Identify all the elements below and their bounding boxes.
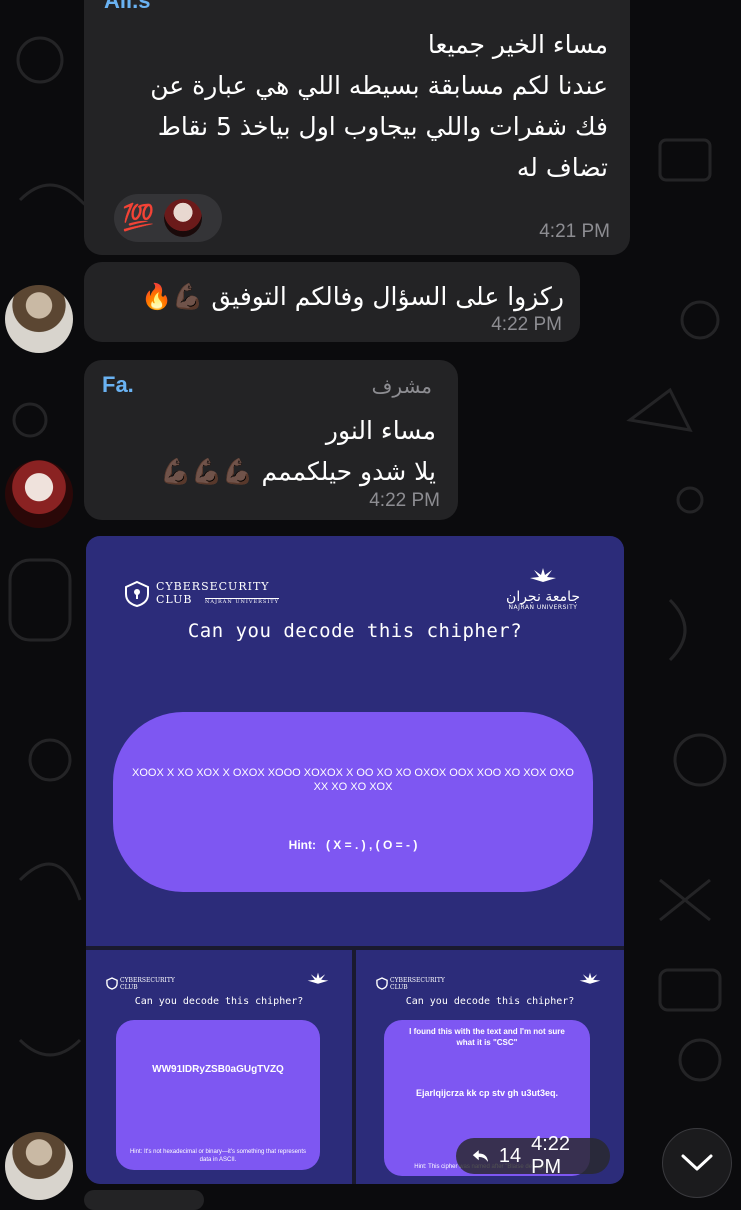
message-line: مساء النور (325, 416, 436, 445)
shield-keyhole-icon (125, 580, 149, 608)
message-line: فك شفرات واللي بيجاوب اول بياخذ 5 نقاط (157, 112, 608, 141)
reaction-chip[interactable]: 💯 (114, 194, 222, 242)
message-bubble[interactable]: Fa. مشرف مساء النور يلا شدو حيلكممم 💪🏿💪🏿… (84, 360, 458, 520)
avatar[interactable] (5, 285, 73, 353)
university-crest-icon (530, 568, 557, 582)
challenge-title: Can you decode this chipher? (134, 996, 304, 1007)
message-emoji: 💪🏿🔥 (141, 282, 204, 311)
cipher-card: XOOX X XO XOX X OXOX XOOO XOXOX X OO XO … (113, 712, 593, 892)
message-line: عندنا لكم مسابقة بسيطه اللي هي عبارة عن (150, 71, 608, 100)
club-logo-text: CYBERSECURITY CLUB NAJRAN UNIVERSITY (156, 580, 279, 609)
club-logo-text: CYBERSECURITY CLUB (390, 977, 445, 991)
note-text: I found this with the text and I'm not s… (409, 1027, 565, 1047)
university-crest-icon (307, 972, 329, 984)
cipher-text: Ejarlqijcrza kk cp stv gh u3ut3eq. (415, 1088, 559, 1098)
club-name-line1: CYBERSECURITY (120, 977, 175, 984)
message-time: 4:21 PM (539, 221, 610, 242)
message-time: 4:22 PM (491, 314, 562, 335)
message-line: تضاف له (516, 153, 608, 182)
hint-text: Hint: ( X = . ) , ( O = - ) (288, 838, 418, 852)
message-bubble[interactable]: Ali.s مساء الخير جميعا عندنا لكم مسابقة … (84, 0, 630, 255)
club-name-line2: CLUB (390, 984, 408, 991)
message-body: ركزوا على السؤال وفالكم التوفيق (211, 282, 564, 311)
message-text: مساء النور يلا شدو حيلكممم 💪🏿💪🏿💪🏿 (96, 410, 436, 492)
message-line-text: يلا شدو حيلكممم (261, 457, 436, 486)
university-name-english: NAJRAN UNIVERSITY (508, 604, 578, 611)
university-logo: جامعة نجران NAJRAN UNIVERSITY (506, 566, 580, 611)
club-name-line2: CLUB (120, 984, 138, 991)
media-time: 4:22 PM (531, 1133, 571, 1178)
message-bubble-next[interactable] (84, 1190, 204, 1210)
avatar[interactable] (5, 1132, 73, 1200)
reply-count: 14 (498, 1144, 522, 1167)
sender-name[interactable]: Ali.s (104, 0, 150, 14)
message-emoji: 💪🏿💪🏿💪🏿 (160, 457, 254, 486)
message-line: مساء الخير جميعا (427, 30, 608, 59)
challenge-title: Can you decode this chipher? (405, 996, 575, 1007)
cipher-card: WW91IDRyZSB0aGUgTVZQ Hint: It's not hexa… (116, 1020, 320, 1170)
club-logo-text: CYBERSECURITY CLUB (120, 977, 175, 991)
university-name-arabic: جامعة نجران (506, 589, 580, 605)
challenge-title: Can you decode this chipher? (187, 620, 523, 642)
media-album[interactable]: CYBERSECURITY CLUB NAJRAN UNIVERSITY جام… (86, 536, 624, 1184)
reply-arrow-icon (472, 1150, 489, 1162)
replies-chip[interactable]: 14 4:22 PM (456, 1133, 610, 1178)
shield-keyhole-icon (106, 977, 118, 990)
admin-role-label: مشرف (371, 374, 432, 398)
scroll-to-bottom-button[interactable] (662, 1128, 732, 1198)
cipher-text: XOOX X XO XOX X OXOX XOOO XOXOX X OO XO … (132, 767, 574, 793)
club-name-line1: CYBERSECURITY (390, 977, 445, 984)
media-image-main[interactable]: CYBERSECURITY CLUB NAJRAN UNIVERSITY جام… (86, 536, 624, 946)
hint-text: Hint: It's not hexadecimal or binary—it'… (129, 1149, 307, 1163)
message-bubble[interactable]: ركزوا على السؤال وفالكم التوفيق 💪🏿🔥 4:22… (84, 262, 580, 342)
chevron-down-icon (681, 1154, 713, 1171)
club-name-club: CLUB (156, 593, 193, 606)
message-text: ركزوا على السؤال وفالكم التوفيق 💪🏿🔥 (94, 276, 564, 317)
university-crest-icon (579, 972, 601, 984)
message-line: يلا شدو حيلكممم 💪🏿💪🏿💪🏿 (96, 451, 436, 492)
club-name-line1: CYBERSECURITY (156, 580, 270, 593)
reaction-emoji: 💯 (122, 203, 155, 233)
shield-keyhole-icon (376, 977, 388, 990)
message-time: 4:22 PM (369, 490, 440, 511)
media-image-left[interactable]: CYBERSECURITY CLUB Can you decode this c… (86, 950, 352, 1184)
avatar[interactable] (5, 460, 73, 528)
cipher-text: WW91IDRyZSB0aGUgTVZQ (152, 1064, 284, 1075)
reactor-avatar (164, 199, 203, 237)
sender-name[interactable]: Fa. (102, 372, 134, 398)
message-text: مساء الخير جميعا عندنا لكم مسابقة بسيطه … (88, 24, 608, 188)
club-name-line2: CLUB NAJRAN UNIVERSITY (156, 593, 279, 609)
club-subtitle: NAJRAN UNIVERSITY (204, 598, 279, 605)
